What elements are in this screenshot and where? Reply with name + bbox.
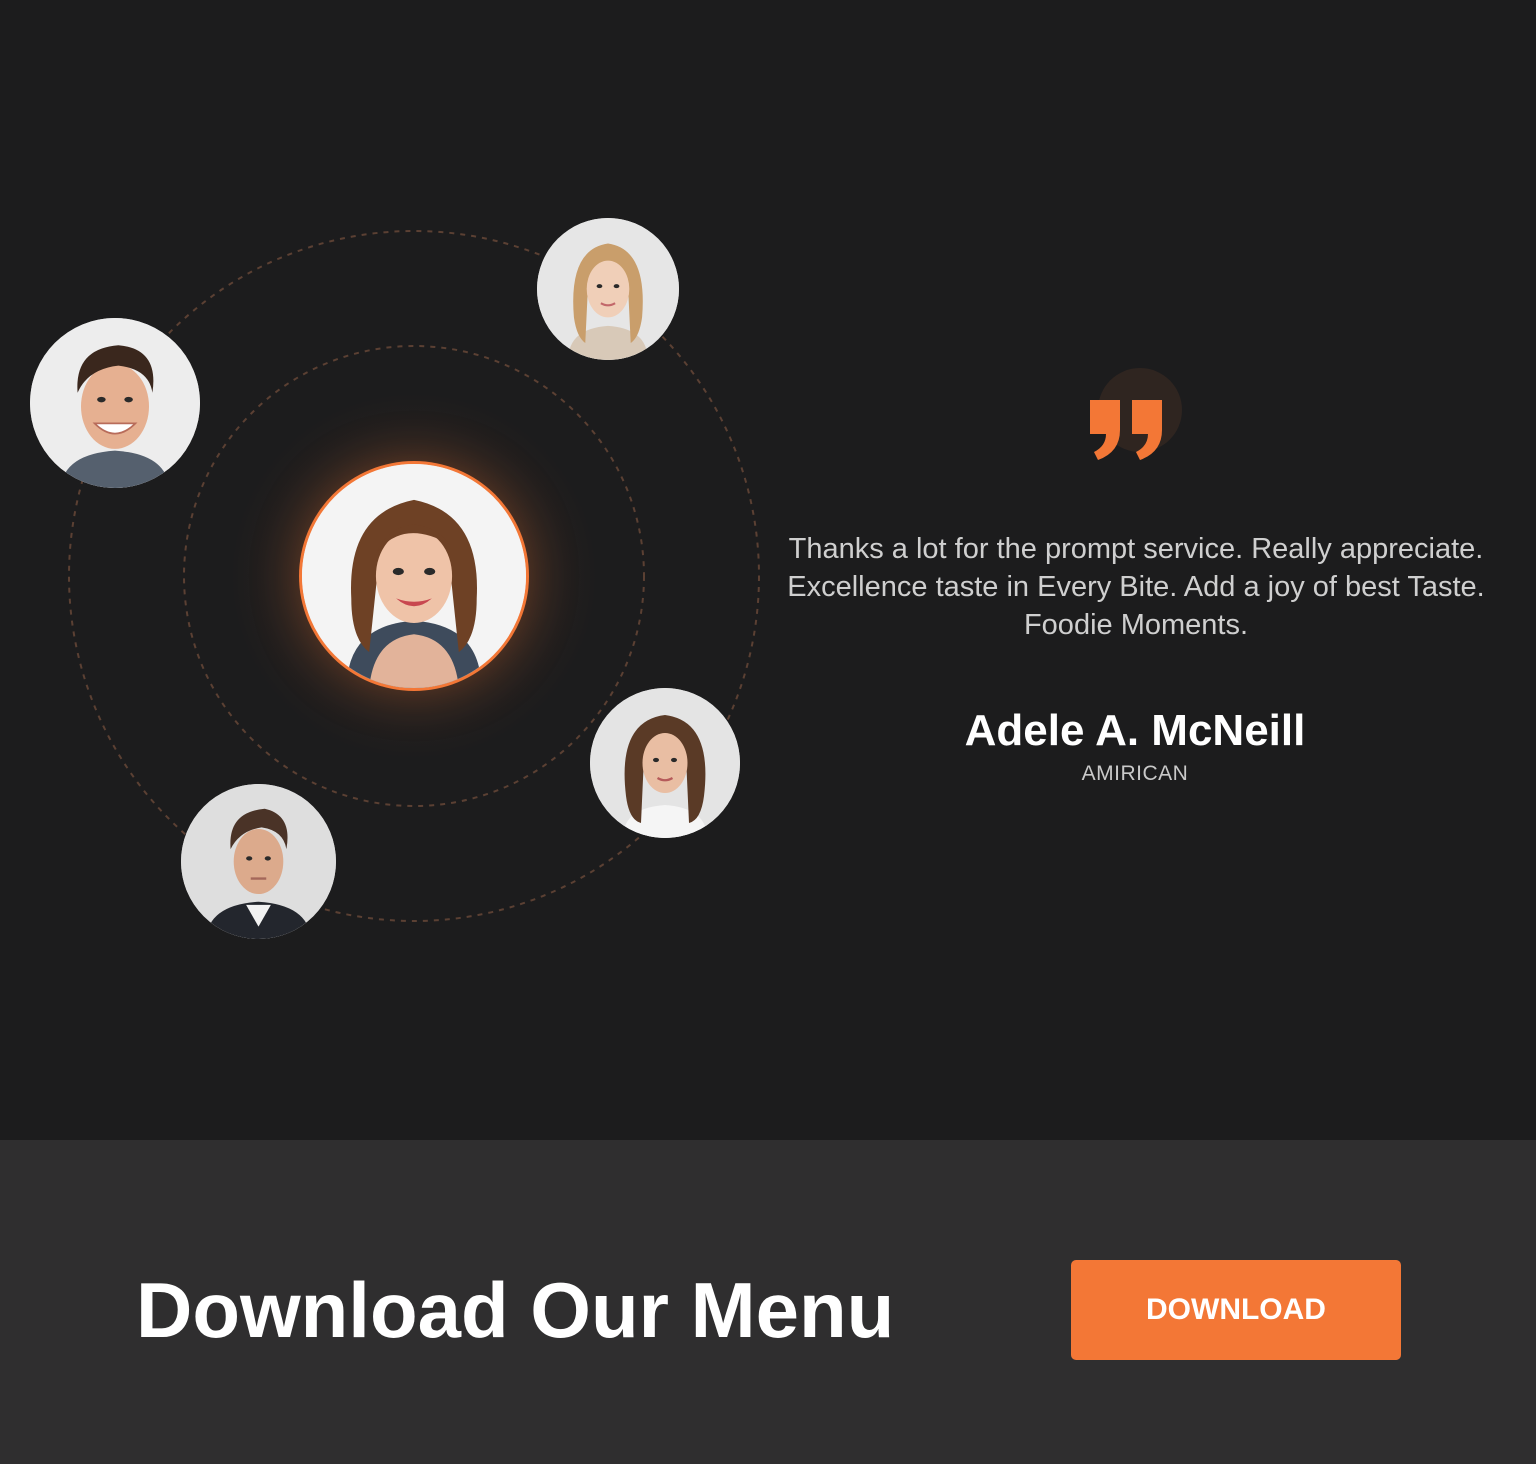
double-quote-icon	[1090, 400, 1162, 460]
testimonial-text: Thanks a lot for the prompt service. Rea…	[787, 533, 1485, 641]
featured-customer-avatar[interactable]	[302, 464, 526, 688]
testimonial-author-origin: AMIRICAN	[1081, 762, 1189, 785]
customer-avatar-woman-blonde[interactable]	[537, 218, 679, 360]
download-button[interactable]: DOWNLOAD	[1071, 1260, 1401, 1360]
quote-icon-wrapper	[1084, 368, 1184, 468]
customer-avatar-woman-brunette[interactable]	[590, 688, 740, 838]
testimonial-author-name: Adele A. McNeill	[964, 706, 1306, 755]
testimonial-section: Thanks a lot for the prompt service. Rea…	[0, 0, 1536, 1140]
customer-avatar-man-suit[interactable]	[181, 784, 336, 939]
customer-avatar-man-smiling[interactable]	[30, 318, 200, 488]
download-menu-title: Download Our Menu	[136, 1266, 895, 1354]
download-menu-section: Download Our Menu DOWNLOAD	[0, 1140, 1536, 1464]
